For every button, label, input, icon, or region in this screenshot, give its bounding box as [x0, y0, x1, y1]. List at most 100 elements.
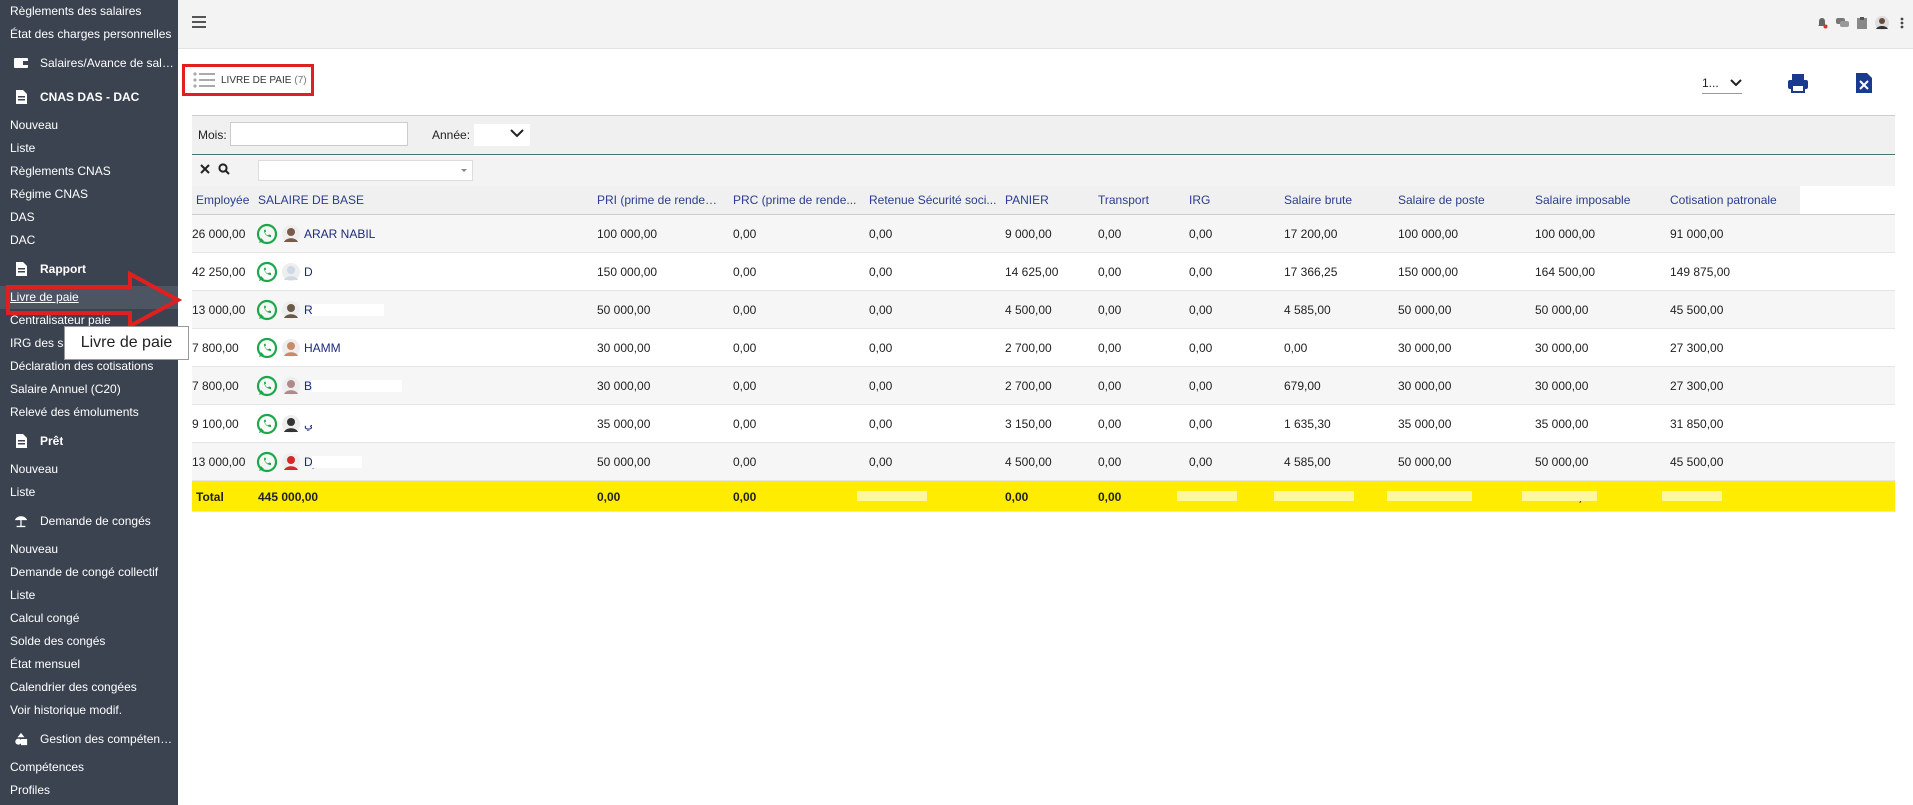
sidebar-item-liste[interactable]: Liste	[0, 584, 178, 607]
sidebar-item-nouveau[interactable]: Nouveau	[0, 538, 178, 561]
skills-icon	[14, 732, 28, 746]
sidebar-item-regime-cnas[interactable]: Régime CNAS	[0, 183, 178, 206]
table-cell: 0,00	[869, 303, 893, 317]
sidebar-item-liste[interactable]: Liste	[0, 481, 178, 504]
employee-name[interactable]: HAMM	[304, 341, 341, 355]
sidebar-item-etat-mensuel[interactable]: État mensuel	[0, 653, 178, 676]
more-vert-icon[interactable]	[1895, 16, 1909, 30]
table-cell: 50 000,00	[1535, 455, 1589, 469]
page-size-select[interactable]: 1...	[1702, 73, 1742, 94]
sidebar-item-releve-des-emoluments[interactable]: Relevé des émoluments	[0, 401, 178, 424]
sidebar-item-demande-de-conge-collectif[interactable]: Demande de congé collectif	[0, 561, 178, 584]
table-cell: 91 000,00	[1670, 227, 1724, 241]
menu-icon[interactable]	[192, 16, 206, 28]
chevron-down-icon	[510, 129, 524, 138]
table-cell: 30 000,00	[597, 341, 651, 355]
sidebar-item-reglements-cnas[interactable]: Règlements CNAS	[0, 160, 178, 183]
sidebar-item-etat-des-charges-personnelles[interactable]: État des charges personnelles	[0, 23, 178, 46]
sidebar-item-das[interactable]: DAS	[0, 206, 178, 229]
whatsapp-icon[interactable]	[256, 337, 278, 359]
table-cell: 35 000,00	[597, 417, 651, 431]
mois-input[interactable]	[230, 122, 408, 146]
search-input[interactable]	[258, 160, 473, 181]
whatsapp-icon[interactable]	[256, 451, 278, 473]
employee-avatar	[282, 415, 300, 433]
search-row	[192, 156, 1895, 186]
table-row[interactable]: Djell50 000,000,000,004 500,000,000,004 …	[192, 443, 1895, 481]
top-icons	[1815, 16, 1909, 30]
bell-icon[interactable]	[1815, 16, 1829, 30]
sidebar-item-liste[interactable]: Liste	[0, 137, 178, 160]
sidebar-item-nouveau[interactable]: Nouveau	[0, 114, 178, 137]
table-cell: 35 000,00	[1398, 417, 1452, 431]
print-icon[interactable]	[1787, 72, 1809, 94]
column-header[interactable]: PRC (prime de rende...	[733, 193, 861, 207]
table-cell: 9 100,00	[192, 417, 239, 431]
table-cell: 0,00	[1098, 265, 1122, 279]
column-header[interactable]: IRG	[1189, 193, 1276, 207]
table-cell: 0,00	[1189, 303, 1213, 317]
column-header[interactable]: Salaire brute	[1284, 193, 1390, 207]
sidebar-item-nouveau[interactable]: Nouveau	[0, 458, 178, 481]
user-avatar-icon[interactable]	[1875, 16, 1889, 30]
whatsapp-icon[interactable]	[256, 375, 278, 397]
sidebar-item-calcul-conge[interactable]: Calcul congé	[0, 607, 178, 630]
employee-name[interactable]: ARAR NABIL	[304, 227, 375, 241]
table-row[interactable]: HAMM 30 000,00 0,00 0,00 2 700,00 0,00 0,00 0,0…	[192, 329, 1895, 367]
table-cell: 0,00	[733, 455, 757, 469]
search-icon[interactable]	[218, 163, 230, 175]
whatsapp-icon[interactable]	[256, 413, 278, 435]
redaction-block	[1274, 491, 1354, 501]
payroll-table: Employée SALAIRE DE BASE PRI (prime de ren…	[192, 186, 1895, 512]
redaction-block	[1387, 491, 1472, 501]
sidebar-section-salaires-avance-de-salai[interactable]: Salaires/Avance de salai...	[0, 46, 178, 80]
sidebar-section-demande-de-conges[interactable]: Demande de congés	[0, 504, 178, 538]
sidebar-item-dac[interactable]: DAC	[0, 229, 178, 252]
sidebar-item-salaire-annuel-c20[interactable]: Salaire Annuel (C20)	[0, 378, 178, 401]
column-header[interactable]: Retenue Sécurité soci...	[869, 193, 997, 207]
column-header[interactable]: Employée	[196, 193, 250, 207]
sidebar-item-voir-historique-modif[interactable]: Voir historique modif.	[0, 699, 178, 722]
sidebar-item-calendrier-des-congees[interactable]: Calendrier des congées	[0, 676, 178, 699]
excel-export-icon[interactable]	[1854, 72, 1874, 94]
column-header[interactable]: PANIER	[1005, 193, 1090, 207]
column-header[interactable]: Transport	[1098, 193, 1181, 207]
sidebar-item-solde-des-conges[interactable]: Solde des congés	[0, 630, 178, 653]
total-cell: 0,00	[733, 490, 757, 504]
sidebar-item-profiles[interactable]: Profiles	[0, 779, 178, 802]
employee-avatar	[282, 263, 300, 281]
sidebar-item-competences[interactable]: Compétences	[0, 756, 178, 779]
table-cell: 3 150,00	[1005, 417, 1052, 431]
table-cell: 30 000,00	[1398, 341, 1452, 355]
column-header[interactable]: SALAIRE DE BASE	[258, 193, 589, 207]
sidebar-item-reglements-des-salaires[interactable]: Règlements des salaires	[0, 0, 178, 23]
table-row[interactable]: BOUD30 000,000,000,002 700,000,000,00679…	[192, 367, 1895, 405]
whatsapp-icon[interactable]	[256, 261, 278, 283]
whatsapp-icon[interactable]	[256, 223, 278, 245]
close-icon[interactable]	[200, 164, 210, 174]
whatsapp-icon[interactable]	[256, 299, 278, 321]
column-header[interactable]: Cotisation patronale	[1670, 193, 1794, 207]
table-row[interactable]: Rah50 000,000,000,004 500,000,000,004 58…	[192, 291, 1895, 329]
clipboard-icon[interactable]	[1855, 16, 1869, 30]
table-cell: 0,00	[1189, 265, 1213, 279]
table-cell: 2 700,00	[1005, 379, 1052, 393]
table-row[interactable]: لقي35 000,000,000,003 150,000,000,001 63…	[192, 405, 1895, 443]
column-header[interactable]: Salaire de poste	[1398, 193, 1527, 207]
table-cell: 2 700,00	[1005, 341, 1052, 355]
table-row[interactable]: Dah150 000,000,000,0014 625,000,000,0017…	[192, 253, 1895, 291]
column-header[interactable]: Salaire imposable	[1535, 193, 1662, 207]
redaction-block	[1522, 491, 1597, 501]
sidebar-section-gestion-des-competences[interactable]: Gestion des compétences	[0, 722, 178, 756]
annee-label: Année:	[432, 128, 471, 142]
sidebar-section-cnas-das-dac[interactable]: CNAS DAS - DAC	[0, 80, 178, 114]
chat-icon[interactable]	[1835, 16, 1849, 30]
table-cell: 100 000,00	[1398, 227, 1459, 241]
column-header[interactable]: PRI (prime de rendem...	[597, 193, 725, 207]
table-row[interactable]: ARAR NABIL 100 000,00 0,00 0,00 9 000,00 0,00…	[192, 215, 1895, 253]
employee-avatar	[282, 339, 300, 357]
document-icon	[14, 90, 28, 104]
header-blank-cell	[1800, 186, 1895, 214]
sidebar-section-pret[interactable]: Prêt	[0, 424, 178, 458]
annee-select[interactable]	[474, 124, 530, 146]
